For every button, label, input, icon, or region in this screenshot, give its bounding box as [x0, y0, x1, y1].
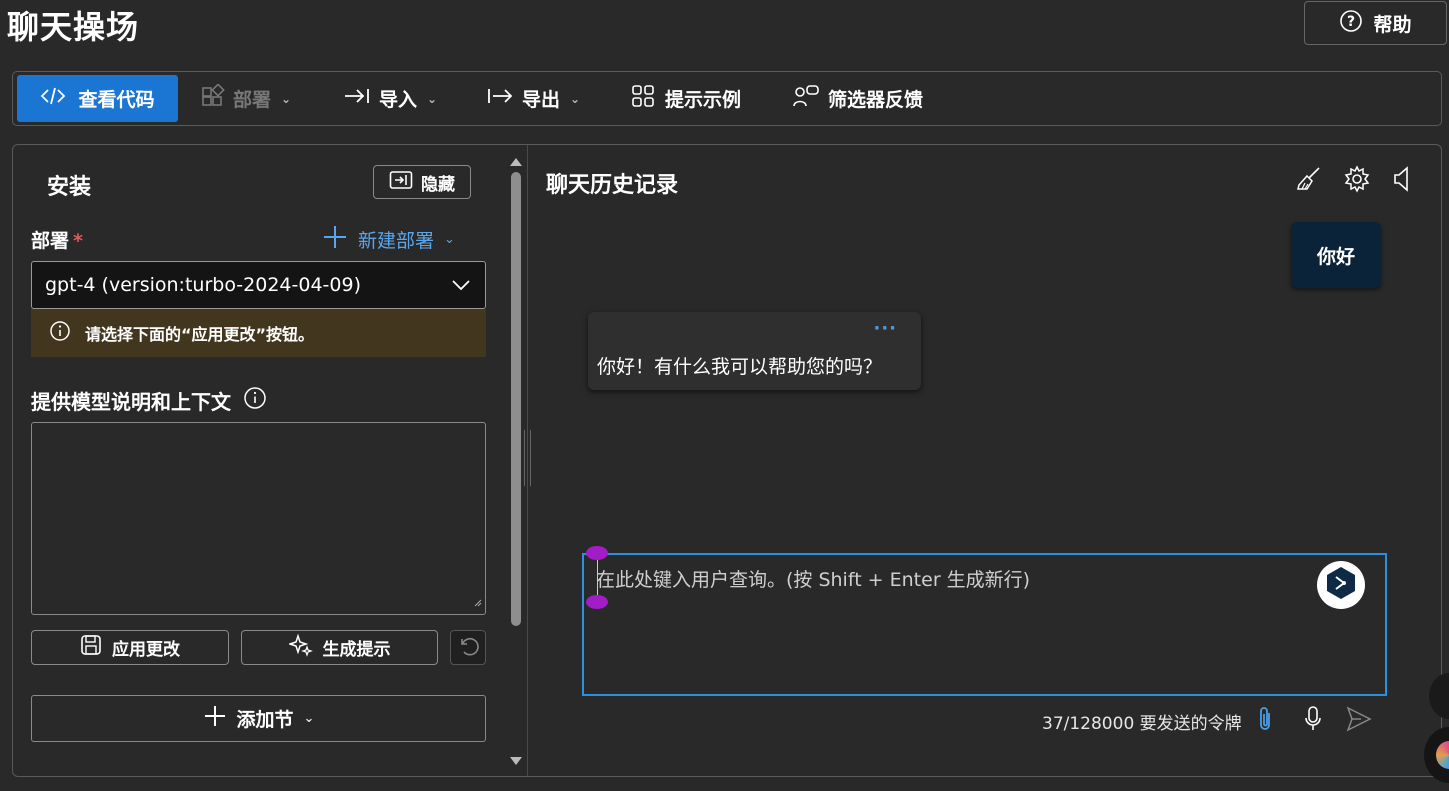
- chat-input[interactable]: [596, 569, 1296, 591]
- deploy-label: 部署: [233, 89, 272, 111]
- svg-text:?: ?: [1347, 14, 1355, 30]
- microphone-button[interactable]: [1299, 706, 1327, 736]
- selection-handle-bottom[interactable]: [586, 595, 608, 609]
- import-menu[interactable]: 导入 ⌄: [343, 72, 437, 125]
- attach-button[interactable]: [1251, 706, 1279, 736]
- deployment-value: gpt-4 (version:turbo-2024-04-09): [45, 274, 361, 296]
- filter-feedback-button[interactable]: 筛选器反馈: [792, 72, 923, 125]
- text-caret: [597, 560, 598, 596]
- clear-chat-button[interactable]: [1294, 166, 1324, 196]
- system-message-textarea[interactable]: [31, 422, 486, 615]
- import-icon: [343, 86, 371, 111]
- code-icon: [40, 86, 66, 111]
- apply-changes-label: 应用更改: [112, 640, 180, 660]
- chevron-down-icon: ⌄: [427, 91, 438, 106]
- chevron-down-icon: ⌄: [281, 91, 292, 106]
- undo-button[interactable]: [450, 630, 486, 665]
- add-section-label: 添加节: [236, 709, 294, 731]
- deploy-menu[interactable]: 部署 ⌄: [201, 72, 291, 125]
- chevron-down-icon: ⌄: [444, 232, 455, 247]
- warning-text: 请选择下面的“应用更改”按钮。: [85, 325, 315, 344]
- panel-resize-handle[interactable]: [524, 430, 531, 486]
- add-section-button[interactable]: 添加节 ⌄: [31, 695, 486, 742]
- setup-title: 安装: [47, 175, 92, 200]
- gear-icon: [1343, 165, 1371, 197]
- speaker-button[interactable]: [1387, 166, 1417, 196]
- page-title: 聊天操场: [7, 8, 140, 46]
- resize-grip-icon[interactable]: [472, 592, 482, 611]
- grid-icon: [631, 84, 657, 113]
- hide-label: 隐藏: [421, 174, 455, 195]
- chat-settings-button[interactable]: [1342, 165, 1372, 197]
- assist-button[interactable]: [1317, 561, 1365, 609]
- export-menu[interactable]: 导出 ⌄: [486, 72, 580, 125]
- warning-banner: 请选择下面的“应用更改”按钮。: [31, 309, 486, 357]
- prompt-samples-label: 提示示例: [665, 89, 742, 111]
- generate-prompt-label: 生成提示: [322, 640, 391, 660]
- apply-changes-button[interactable]: 应用更改: [31, 630, 229, 665]
- scroll-thumb[interactable]: [511, 172, 521, 626]
- more-options-icon[interactable]: ···: [873, 318, 897, 339]
- undo-icon: [456, 634, 480, 662]
- filter-feedback-label: 筛选器反馈: [828, 89, 924, 111]
- import-label: 导入: [379, 89, 418, 111]
- export-label: 导出: [522, 89, 561, 111]
- chat-input-box[interactable]: [582, 553, 1387, 696]
- hide-panel-button[interactable]: 隐藏: [373, 165, 471, 199]
- deployment-label-text: 部署: [31, 230, 70, 252]
- info-icon[interactable]: [243, 386, 267, 415]
- save-icon: [80, 634, 102, 661]
- deployment-label: 部署 *: [31, 226, 83, 253]
- speaker-icon: [1390, 165, 1414, 197]
- help-icon: ?: [1339, 9, 1363, 38]
- required-mark: *: [73, 230, 83, 252]
- system-message-label: 提供模型说明和上下文: [31, 386, 267, 415]
- sparkle-icon: [287, 633, 313, 662]
- chevron-down-icon: ⌄: [570, 91, 581, 106]
- help-button[interactable]: ? 帮助: [1304, 1, 1447, 45]
- deploy-icon: [201, 83, 225, 113]
- chevron-down-icon: ⌄: [303, 711, 315, 726]
- generate-prompt-button[interactable]: 生成提示: [241, 630, 438, 665]
- hide-panel-icon: [389, 170, 413, 195]
- setup-scrollbar[interactable]: [508, 150, 524, 772]
- system-message-label-text: 提供模型说明和上下文: [31, 390, 231, 414]
- user-message: 你好: [1291, 222, 1381, 288]
- selection-handle-top[interactable]: [586, 546, 608, 560]
- toolbar: 查看代码 部署 ⌄ 导入 ⌄ 导出 ⌄ 提示示例 筛选器反馈: [12, 71, 1442, 126]
- send-button[interactable]: [1345, 706, 1373, 736]
- chat-history-title: 聊天历史记录: [546, 173, 679, 198]
- broom-icon: [1295, 165, 1323, 197]
- view-code-label: 查看代码: [78, 89, 155, 111]
- export-icon: [486, 86, 514, 111]
- new-deployment-button[interactable]: 新建部署 ⌄: [322, 224, 455, 255]
- token-count: 37/128000 要发送的令牌: [1042, 714, 1242, 734]
- help-label: 帮助: [1373, 13, 1412, 36]
- prompt-samples-button[interactable]: 提示示例: [631, 72, 741, 125]
- copilot-icon: [1436, 741, 1449, 769]
- assist-icon: [1324, 565, 1358, 605]
- info-icon: [49, 320, 71, 346]
- deployment-select[interactable]: gpt-4 (version:turbo-2024-04-09): [31, 261, 486, 309]
- scroll-down-icon[interactable]: [509, 753, 523, 772]
- assistant-message-text: 你好！有什么我可以帮助您的吗？: [597, 356, 883, 378]
- plus-icon: [322, 224, 348, 255]
- feedback-icon: [792, 84, 820, 113]
- scroll-up-icon[interactable]: [509, 152, 523, 171]
- user-message-text: 你好: [1316, 245, 1355, 268]
- plus-icon: [203, 704, 227, 733]
- new-deployment-label: 新建部署: [358, 230, 435, 252]
- send-icon: [1345, 705, 1373, 737]
- view-code-button[interactable]: 查看代码: [17, 75, 178, 122]
- paperclip-icon: [1255, 705, 1275, 737]
- microphone-icon: [1303, 705, 1323, 737]
- chevron-down-icon: [451, 275, 471, 300]
- assistant-message: ··· 你好！有什么我可以帮助您的吗？: [588, 312, 921, 390]
